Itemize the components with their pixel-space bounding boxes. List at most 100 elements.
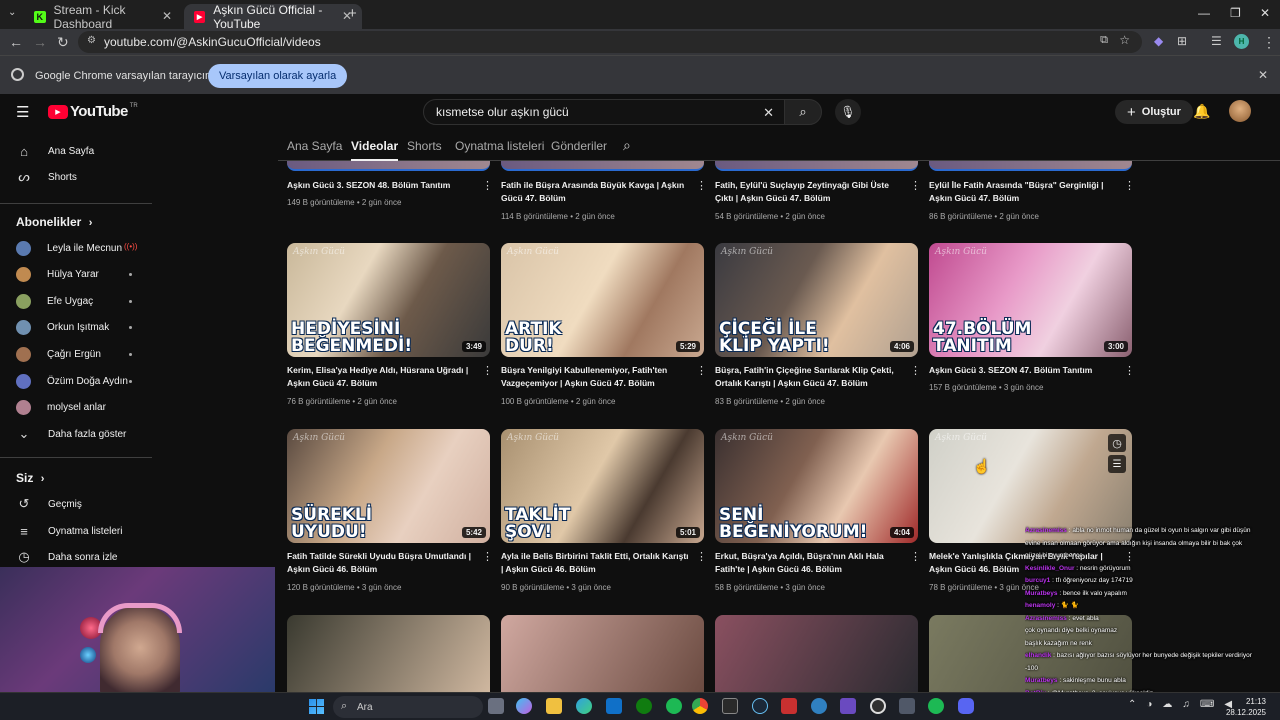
youtube-logo[interactable]: ▶ YouTube TR	[48, 103, 138, 120]
install-app-icon[interactable]: ⧉	[1100, 34, 1108, 47]
discord-icon[interactable]	[958, 698, 974, 714]
app-red-icon[interactable]	[781, 698, 797, 714]
create-button[interactable]: + Oluştur	[1115, 100, 1193, 124]
close-infobar-icon[interactable]: ✕	[1258, 68, 1268, 82]
tab-shorts[interactable]: Shorts	[407, 139, 442, 153]
search-input[interactable]: kısmetse olur aşkın gücü ✕	[423, 99, 785, 125]
close-tab-icon[interactable]: ✕	[162, 9, 172, 23]
profile-avatar[interactable]: H	[1234, 34, 1249, 49]
sidebar-item-subscription[interactable]: Hülya Yarar	[16, 263, 99, 285]
show-more-button[interactable]: ⌄ Daha fazla göster	[16, 423, 127, 445]
maximize-icon[interactable]: ❐	[1230, 6, 1241, 20]
video-thumbnail[interactable]: Aşkın Gücü HEDİYESİNİ BEĞENMEDİ! 3:49	[287, 243, 490, 357]
more-actions-icon[interactable]: ⋮	[696, 364, 707, 377]
chrome-menu-icon[interactable]: ⋮	[1262, 34, 1276, 51]
close-window-icon[interactable]: ✕	[1260, 6, 1270, 20]
video-thumbnail[interactable]: Aşkın Gücü SÜREKLİ UYUDU! 5:42	[287, 429, 490, 543]
video-thumbnail[interactable]: Aşkın Gücü SENİ BEĞENİYORUM! 4:04	[715, 429, 918, 543]
bookmark-star-icon[interactable]: ☆	[1119, 33, 1130, 47]
sidebar-item-subscription[interactable]: Leyla ile Mecnun	[16, 237, 122, 259]
address-bar[interactable]: ⚙ youtube.com/@AskinGucuOfficial/videos …	[78, 31, 1142, 53]
spotify-icon[interactable]	[666, 698, 682, 714]
video-thumbnail[interactable]	[287, 161, 490, 171]
sidebar-item-subscription[interactable]: Orkun Işıtmak	[16, 316, 109, 338]
sidebar-item-shorts[interactable]: ᔕ Shorts	[16, 166, 77, 188]
epic-games-icon[interactable]	[722, 698, 738, 714]
sidebar-item-history[interactable]: ↺ Geçmiş	[16, 493, 82, 515]
sidebar-item-subscription[interactable]: Çağrı Ergün	[16, 343, 101, 365]
hamburger-menu-icon[interactable]: ☰	[16, 103, 29, 121]
obs-icon[interactable]	[870, 698, 886, 714]
app-gray-icon[interactable]	[899, 698, 915, 714]
xbox-icon[interactable]	[636, 698, 652, 714]
more-actions-icon[interactable]: ⋮	[910, 364, 921, 377]
tab-playlists[interactable]: Oynatma listeleri	[455, 139, 544, 153]
more-actions-icon[interactable]: ⋮	[696, 179, 707, 192]
copilot-icon[interactable]	[516, 698, 532, 714]
task-view-icon[interactable]	[488, 698, 504, 714]
video-thumbnail[interactable]	[715, 161, 918, 171]
more-actions-icon[interactable]: ⋮	[696, 550, 707, 563]
tab-kick-dashboard[interactable]: K Stream - Kick Dashboard ✕	[24, 3, 182, 31]
forward-icon[interactable]: →	[33, 34, 47, 50]
clear-search-icon[interactable]: ✕	[763, 105, 774, 121]
channel-search-icon[interactable]: ⌕	[623, 137, 631, 154]
video-thumbnail[interactable]	[287, 615, 490, 695]
extensions-puzzle-icon[interactable]: ⊞	[1177, 34, 1187, 48]
search-button[interactable]: ⌕	[784, 99, 822, 125]
system-tray[interactable]: ⌃◑☁♫⌨◀	[1128, 699, 1242, 710]
video-thumbnail[interactable]: Aşkın Gücü ÇİÇEĞİ İLE KLİP YAPTI! 4:06	[715, 243, 918, 357]
video-thumbnail[interactable]: Aşkın Gücü TAKLİT ŞOV! 5:01	[501, 429, 704, 543]
more-actions-icon[interactable]: ⋮	[482, 179, 493, 192]
more-actions-icon[interactable]: ⋮	[482, 364, 493, 377]
watch-later-icon[interactable]: ◷	[1108, 434, 1126, 452]
file-explorer-icon[interactable]	[546, 698, 562, 714]
reading-list-icon[interactable]: ☰	[1211, 34, 1222, 48]
app-purple-icon[interactable]	[840, 698, 856, 714]
chrome-icon[interactable]	[692, 698, 708, 714]
more-actions-icon[interactable]: ⋮	[1124, 364, 1135, 377]
voice-search-icon[interactable]: 🎙	[835, 99, 861, 125]
spotify-green-icon[interactable]	[928, 698, 944, 714]
tab-youtube[interactable]: ▶ Aşkın Gücü Official - YouTube ✕	[184, 3, 362, 31]
outlook-icon[interactable]	[606, 698, 622, 714]
you-heading[interactable]: Siz ›	[16, 471, 44, 485]
steam-icon[interactable]	[752, 698, 768, 714]
more-actions-icon[interactable]: ⋮	[910, 179, 921, 192]
reload-icon[interactable]: ↻	[57, 34, 69, 51]
add-to-queue-icon[interactable]: ☰	[1108, 455, 1126, 473]
windows-start-icon[interactable]	[309, 699, 324, 714]
site-info-icon[interactable]: ⚙	[87, 35, 96, 46]
video-thumbnail[interactable]: Aşkın Gücü ARTIK DUR! 5:29	[501, 243, 704, 357]
back-icon[interactable]: ←	[9, 34, 23, 50]
video-thumbnail[interactable]	[501, 615, 704, 695]
sidebar-item-home[interactable]: ⌂ Ana Sayfa	[16, 140, 94, 162]
tab-home[interactable]: Ana Sayfa	[287, 139, 342, 153]
sidebar-item-playlists[interactable]: ≡ Oynatma listeleri	[16, 520, 122, 542]
minimize-icon[interactable]: —	[1198, 6, 1210, 20]
app-dolphin-icon[interactable]	[811, 698, 827, 714]
account-avatar[interactable]	[1229, 100, 1251, 122]
tab-videos[interactable]: Videolar	[351, 139, 399, 161]
edge-icon[interactable]	[576, 698, 592, 714]
extension-icon[interactable]: ◆	[1154, 34, 1163, 48]
sidebar-item-subscription[interactable]: Özüm Doğa Aydın	[16, 370, 128, 392]
video-thumbnail[interactable]	[929, 161, 1132, 171]
video-thumbnail[interactable]: Aşkın Gücü 47.BÖLÜM TANITIM 3:00	[929, 243, 1132, 357]
new-tab-icon[interactable]: +	[348, 5, 357, 22]
more-actions-icon[interactable]: ⋮	[1124, 179, 1135, 192]
more-actions-icon[interactable]: ⋮	[482, 550, 493, 563]
tab-posts[interactable]: Gönderiler	[551, 139, 607, 153]
sidebar-item-subscription[interactable]: Efe Uygaç	[16, 290, 93, 312]
more-actions-icon[interactable]: ⋮	[910, 550, 921, 563]
sidebar-item-subscription[interactable]: molysel anlar	[16, 396, 106, 418]
video-thumbnail[interactable]	[715, 615, 918, 695]
set-default-button[interactable]: Varsayılan olarak ayarla	[208, 64, 348, 88]
subscriptions-heading[interactable]: Abonelikler ›	[16, 215, 92, 229]
notifications-bell-icon[interactable]: 🔔	[1193, 103, 1210, 120]
sidebar-item-watch-later[interactable]: ◷ Daha sonra izle	[16, 546, 117, 568]
system-clock[interactable]: 21:13 28.12.2025	[1226, 696, 1266, 718]
taskbar-search[interactable]: ⌕ Ara	[333, 696, 483, 718]
tab-search-icon[interactable]: ⌄	[8, 7, 16, 18]
video-thumbnail[interactable]	[501, 161, 704, 171]
